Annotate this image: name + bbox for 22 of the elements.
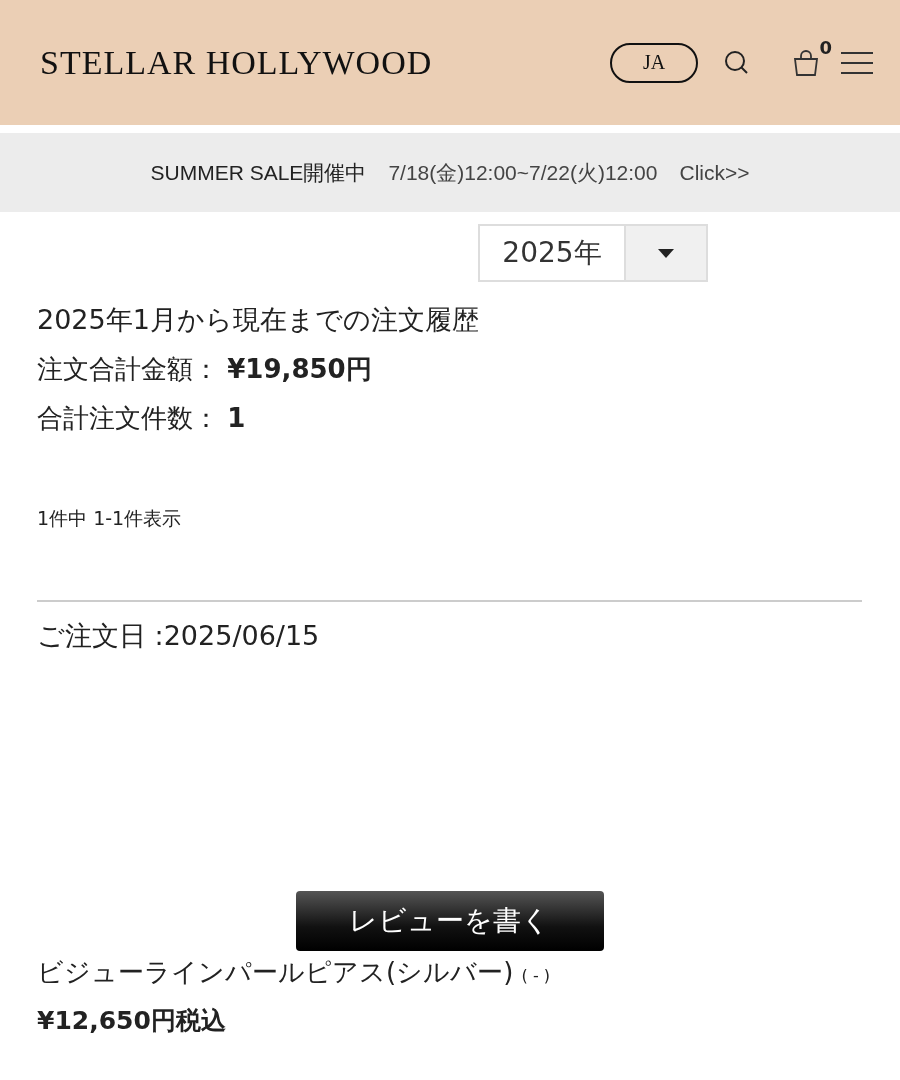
cart-count: 0 [819,36,832,58]
history-heading: 2025年1月から現在までの注文履歴 [37,303,480,337]
caret-icon [658,248,674,258]
year-select[interactable]: 2025年 [478,224,708,282]
result-count: 1件中 1-1件表示 [37,506,183,531]
total-label: 注文合計金額： [37,354,219,384]
product-variant: ( - ) [521,966,550,985]
menu-icon[interactable] [840,50,874,75]
language-button[interactable]: JA [610,42,698,83]
count-value: 1 [227,403,246,433]
site-logo[interactable]: STELLAR HOLLYWOOD [40,43,610,82]
sale-title: SUMMER SALE開催中 [150,159,367,186]
search-icon[interactable] [724,49,750,76]
product-name[interactable]: ビジューラインパールピアス(シルバー) [37,957,514,987]
count-label: 合計注文件数： [37,403,219,433]
write-review-button[interactable]: レビューを書く [295,891,604,951]
shopping-bag-icon[interactable] [792,48,820,77]
sale-period: 7/18(金)12:00~7/22(火)12:00 [388,159,658,186]
sale-link[interactable]: Click>> [679,160,750,185]
total-value: ¥19,850円 [227,354,372,384]
product-price: ¥12,650円税込 [37,1005,227,1037]
order-date: ご注文日 :2025/06/15 [37,619,321,653]
